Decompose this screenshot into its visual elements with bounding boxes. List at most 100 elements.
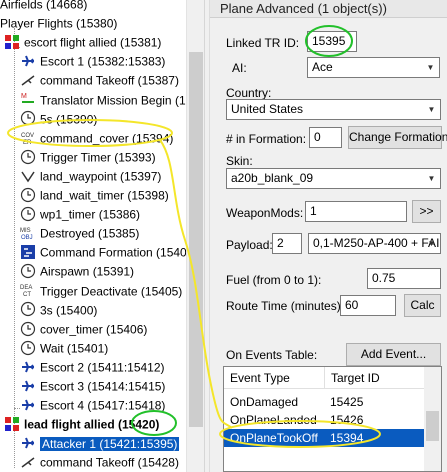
- tree-item[interactable]: land_waypoint (15397): [20, 167, 161, 186]
- table-row[interactable]: OnPlaneLanded 15426: [224, 411, 424, 429]
- tree-item[interactable]: DEA CT Trigger Deactivate (15405): [20, 282, 182, 301]
- timer-icon: [20, 301, 36, 317]
- takeoff-icon: [20, 72, 36, 88]
- add-event-button[interactable]: Add Event...: [346, 343, 441, 366]
- payload-combo[interactable]: 0,1-M250-AP-400 + FAI ▼: [308, 233, 441, 254]
- tree-item-label: Player Flights (15380): [0, 16, 118, 31]
- timer-icon: [20, 206, 36, 222]
- fuel-label: Fuel (from 0 to 1):: [226, 273, 322, 287]
- fuel-field[interactable]: 0.75: [367, 268, 441, 289]
- tree-item-label: Wait (15401): [40, 341, 109, 356]
- skin-combo[interactable]: a20b_blank_09 ▼: [226, 168, 441, 189]
- weaponmods-expand-button[interactable]: >>: [412, 200, 441, 223]
- chevron-down-icon: ▼: [427, 239, 436, 248]
- timer-icon: [20, 321, 36, 337]
- events-table-scrollbar-thumb[interactable]: [426, 411, 439, 441]
- linked-tr-field[interactable]: 15395: [307, 31, 357, 52]
- payload-field[interactable]: 2: [272, 233, 302, 254]
- change-formation-button[interactable]: Change Formation: [348, 126, 447, 149]
- tree-item[interactable]: MIS OBJ Destroyed (15385): [20, 224, 139, 243]
- tree-item[interactable]: cover_timer (15406): [20, 320, 147, 339]
- destroyed-icon: MIS OBJ: [20, 225, 36, 241]
- tree-item-label: Escort 2 (15411:15412): [40, 360, 165, 375]
- tree-item[interactable]: wp1_timer (15386): [20, 205, 140, 224]
- tree-item[interactable]: command Takeoff (15428): [20, 453, 179, 472]
- tree-item-label: 5s (15390): [40, 111, 98, 126]
- waypoint-icon: [20, 168, 36, 184]
- tree-item[interactable]: Escort 1 (15382:15383): [20, 52, 165, 71]
- target-id-cell: 15394: [330, 431, 364, 445]
- tree-item-label: Escort 1 (15382:15383): [40, 54, 166, 69]
- tree-item-label: lead flight allied (15420): [24, 417, 160, 432]
- plane-icon: [20, 53, 36, 69]
- tree-scrollbar[interactable]: [186, 0, 204, 472]
- timer-icon: [20, 110, 36, 126]
- events-table-scrollbar[interactable]: [424, 367, 441, 471]
- chevron-down-icon: ▼: [427, 174, 436, 183]
- payload-label: Payload:: [226, 238, 273, 252]
- tree-item[interactable]: Escort 4 (15417:15418): [20, 396, 165, 415]
- tree-item-label: Airspawn (15391): [40, 264, 135, 279]
- tree-item[interactable]: Player Flights (15380): [0, 14, 117, 33]
- ai-value: Ace: [312, 60, 333, 74]
- events-table[interactable]: Event Type Target ID OnDamaged 15425 OnP…: [223, 366, 442, 472]
- panel-title: Plane Advanced (1 object(s)): [210, 0, 447, 18]
- timer-icon: [20, 149, 36, 165]
- skin-label: Skin:: [226, 154, 253, 168]
- plane-icon: [20, 359, 36, 375]
- tree-item[interactable]: Command Formation (15401: [20, 243, 186, 262]
- tree-item[interactable]: Airspawn (15391): [20, 262, 134, 281]
- tree-item-label: 3s (15400): [40, 302, 98, 317]
- column-event-type[interactable]: Event Type: [224, 367, 324, 389]
- tree-item[interactable]: Escort 3 (15414:15415): [20, 377, 165, 396]
- tree-item-label: command Takeoff (15428): [40, 455, 179, 470]
- tree-item[interactable]: 5s (15390): [20, 110, 97, 129]
- tree-item[interactable]: land_wait_timer (15398): [20, 186, 169, 205]
- svg-text:ER: ER: [23, 140, 32, 146]
- plane-icon: [20, 378, 36, 394]
- tree-connector: [14, 28, 15, 468]
- tree-item-label: Destroyed (15385): [40, 226, 140, 241]
- weaponmods-field[interactable]: 1: [305, 201, 407, 222]
- formation-label: # in Formation:: [226, 132, 307, 146]
- table-row[interactable]: OnDamaged 15425: [224, 393, 424, 411]
- svg-text:OBJ: OBJ: [21, 235, 33, 241]
- tree-item[interactable]: Trigger Timer (15393): [20, 148, 156, 167]
- plane-icon: [20, 397, 36, 413]
- mission-object-tree[interactable]: Airfields (14668) Player Flights (15380) e…: [0, 0, 186, 472]
- svg-text:MIS: MIS: [20, 228, 31, 234]
- tree-item[interactable]: escort flight allied (15381): [4, 33, 161, 52]
- ai-combo[interactable]: Ace ▼: [307, 57, 440, 78]
- country-combo[interactable]: United States ▼: [226, 99, 441, 120]
- chevron-down-icon: ▼: [427, 105, 436, 114]
- column-target-id[interactable]: Target ID: [324, 367, 424, 389]
- tree-item[interactable]: lead flight allied (15420): [4, 415, 159, 434]
- table-row-selected[interactable]: OnPlaneTookOff 15394: [224, 429, 424, 447]
- linked-tr-label: Linked TR ID:: [226, 36, 300, 50]
- event-type-cell: OnPlaneLanded: [230, 413, 317, 427]
- tree-item-selected[interactable]: Attacker 1 (15421:15395): [20, 434, 180, 453]
- tree-scrollbar-thumb[interactable]: [189, 52, 203, 427]
- formation-field[interactable]: 0: [309, 127, 342, 148]
- route-time-field[interactable]: 60: [340, 295, 396, 316]
- tree-item[interactable]: command Takeoff (15387): [20, 71, 179, 90]
- payload-combo-value: 0,1-M250-AP-400 + FAI: [313, 236, 440, 250]
- tree-item-label: Trigger Deactivate (15405): [40, 283, 183, 298]
- formation-icon: [20, 244, 36, 260]
- cover-icon: COV ER: [20, 130, 36, 146]
- svg-text:CT: CT: [23, 292, 31, 298]
- chevron-down-icon: ▼: [426, 63, 435, 72]
- tree-item[interactable]: COV ER command_cover (15394): [20, 129, 173, 148]
- calc-button[interactable]: Calc: [404, 294, 441, 317]
- deactivate-icon: DEA CT: [20, 282, 36, 298]
- tree-item-label: Command Formation (15401: [40, 245, 186, 260]
- tree-item[interactable]: Escort 2 (15411:15412): [20, 358, 165, 377]
- tree-item[interactable]: M Translator Mission Begin (15: [20, 91, 186, 110]
- timer-icon: [20, 340, 36, 356]
- tree-item[interactable]: Airfields (14668): [0, 0, 87, 14]
- tree-item[interactable]: Wait (15401): [20, 339, 108, 358]
- tree-item[interactable]: 3s (15400): [20, 301, 97, 320]
- skin-value: a20b_blank_09: [231, 171, 314, 185]
- route-time-label: Route Time (minutes):: [226, 299, 345, 313]
- weaponmods-label: WeaponMods:: [226, 206, 304, 220]
